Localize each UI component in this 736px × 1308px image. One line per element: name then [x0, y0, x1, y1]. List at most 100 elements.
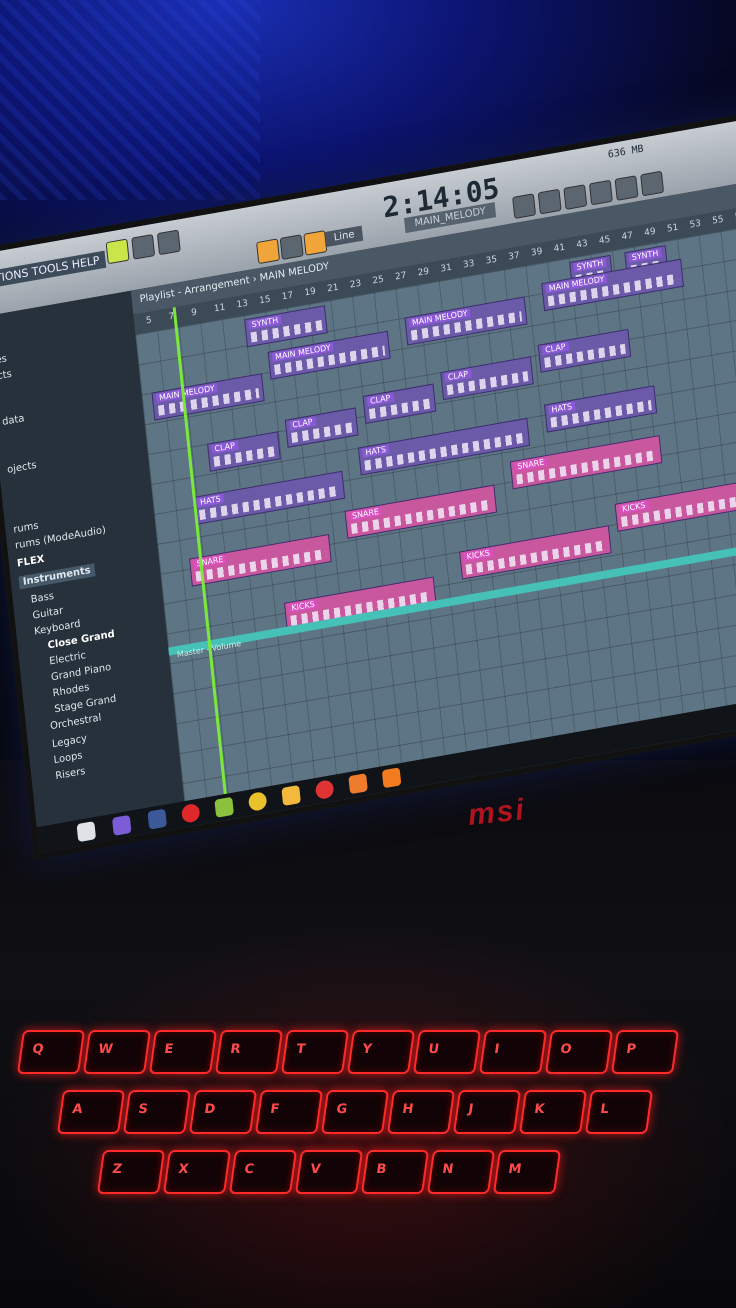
- pattern-clip[interactable]: HATS: [543, 385, 658, 433]
- ruler-bar-number: 25: [372, 274, 385, 287]
- browser-folder[interactable]: Bass: [30, 591, 54, 606]
- pattern-clip-label: CLAP: [366, 392, 394, 407]
- settings-icon[interactable]: [640, 170, 665, 197]
- keyboard-key: Q: [16, 1030, 86, 1074]
- browser-icon[interactable]: [588, 179, 613, 206]
- ruler-bar-number: 51: [666, 222, 679, 235]
- clip-note-preview: [547, 273, 679, 307]
- draw-tool-icon[interactable]: [303, 230, 328, 256]
- keyboard-key-label: B: [375, 1162, 388, 1177]
- browser-item[interactable]: data: [2, 413, 25, 428]
- browser-folder[interactable]: Risers: [55, 766, 86, 782]
- keyboard-key-label: K: [533, 1102, 546, 1117]
- pattern-clip[interactable]: SNARE: [509, 435, 663, 490]
- keyboard-key-label: O: [559, 1042, 573, 1057]
- channel-rack-icon[interactable]: [537, 188, 562, 215]
- ruler-bar-number: 43: [575, 238, 589, 251]
- mixer-icon[interactable]: [512, 193, 537, 219]
- ruler-bar-number: 23: [349, 278, 362, 291]
- browser-item[interactable]: es: [0, 353, 7, 366]
- keyboard-key: C: [228, 1150, 298, 1194]
- pattern-clip[interactable]: SNARE: [189, 534, 332, 587]
- keyboard-key-label: M: [507, 1162, 523, 1177]
- piano-roll-icon[interactable]: [563, 184, 588, 210]
- keyboard-key-label: C: [243, 1162, 255, 1177]
- keyboard-key-label: I: [493, 1042, 501, 1057]
- snap-select[interactable]: Line: [325, 225, 364, 248]
- keyboard-key-label: Q: [31, 1042, 45, 1057]
- facebook-icon[interactable]: [147, 808, 168, 830]
- pattern-clip[interactable]: SNARE: [344, 484, 498, 539]
- pattern-clip-label: CLAP: [541, 341, 569, 356]
- chrome-icon[interactable]: [247, 790, 268, 812]
- opera-icon[interactable]: [180, 802, 201, 824]
- keyboard-key-label: P: [625, 1042, 637, 1057]
- ruler-bar-number: 5: [145, 315, 153, 327]
- app-icon[interactable]: [111, 814, 132, 836]
- pattern-clip[interactable]: HATS: [357, 417, 531, 476]
- keyboard-key: L: [584, 1090, 654, 1134]
- pattern-clip[interactable]: KICKS: [459, 525, 612, 580]
- pattern-clip[interactable]: CLAP: [284, 407, 359, 448]
- ruler-bar-number: 9: [190, 307, 198, 319]
- pattern-clip[interactable]: CLAP: [362, 383, 437, 424]
- ruler-bar-number: 11: [213, 302, 226, 315]
- browser-item[interactable]: rums: [13, 520, 39, 535]
- browser-preset[interactable]: Electric: [49, 650, 87, 667]
- browser-item[interactable]: ojects: [7, 460, 37, 476]
- browser-folder[interactable]: Guitar: [32, 605, 64, 621]
- ruler-bar-number: 39: [530, 246, 543, 259]
- browser-preset[interactable]: Rhodes: [52, 682, 90, 699]
- plugin-picker-icon[interactable]: [614, 175, 639, 201]
- snap-tool-icon[interactable]: [256, 238, 281, 265]
- start-icon[interactable]: [76, 821, 97, 843]
- ruler-bar-number: 15: [258, 294, 272, 307]
- ruler-bar-number: 49: [643, 226, 657, 239]
- winrar-icon[interactable]: [348, 773, 368, 795]
- clip-note-preview: [195, 548, 327, 582]
- ruler-bar-number: 41: [553, 242, 566, 255]
- keyboard-key-label: S: [137, 1102, 149, 1117]
- pattern-clip[interactable]: MAIN MELODY: [404, 296, 528, 346]
- stop-button[interactable]: [131, 233, 156, 260]
- keyboard-key-label: L: [599, 1102, 610, 1117]
- ruler-bar-number: 47: [621, 230, 634, 243]
- play-button[interactable]: [105, 238, 130, 265]
- ruler-bar-number: 27: [394, 270, 407, 283]
- keyboard-key-label: N: [441, 1162, 455, 1177]
- pointer-tool-icon[interactable]: [279, 234, 304, 260]
- keyboard-key: F: [254, 1090, 324, 1134]
- yandex-icon[interactable]: [314, 779, 335, 801]
- keyboard-key: U: [412, 1030, 482, 1074]
- keyboard-key: A: [56, 1090, 126, 1134]
- browser-folder[interactable]: Loops: [53, 750, 83, 766]
- pattern-clip[interactable]: KICKS: [614, 477, 736, 532]
- pattern-clip[interactable]: HATS: [192, 470, 346, 526]
- pattern-clip[interactable]: MAIN MELODY: [151, 373, 265, 421]
- keyboard-key: D: [188, 1090, 258, 1134]
- folder-icon[interactable]: [281, 784, 301, 807]
- pattern-clip[interactable]: MAIN MELODY: [541, 258, 685, 312]
- keyboard-key: P: [610, 1030, 680, 1074]
- browser-item[interactable]: cts: [0, 369, 12, 383]
- keyboard-key: H: [386, 1090, 456, 1134]
- keyboard-key-label: D: [203, 1102, 217, 1117]
- browser-folder[interactable]: Legacy: [52, 733, 88, 750]
- keyboard-key: V: [294, 1150, 364, 1194]
- keyboard-key-label: G: [335, 1102, 349, 1117]
- keyboard-key-label: Y: [361, 1042, 373, 1057]
- menu-bar[interactable]: TIONS TOOLS HELP: [0, 250, 107, 289]
- pattern-clip[interactable]: CLAP: [207, 431, 281, 472]
- browser-item[interactable]: FLEX: [16, 554, 44, 570]
- keyboard-key: O: [544, 1030, 614, 1074]
- keyboard-key: M: [492, 1150, 562, 1194]
- pattern-clip[interactable]: CLAP: [440, 356, 534, 401]
- pattern-clip[interactable]: CLAP: [537, 328, 632, 373]
- vectorworks-icon[interactable]: [214, 796, 234, 818]
- fl-studio-icon[interactable]: [381, 767, 402, 789]
- ruler-bar-number: 29: [417, 266, 430, 279]
- record-button[interactable]: [156, 229, 181, 256]
- keyboard-key-label: E: [163, 1042, 175, 1057]
- ruler-bar-number: 21: [326, 282, 340, 295]
- browser-folder[interactable]: Orchestral: [50, 712, 102, 732]
